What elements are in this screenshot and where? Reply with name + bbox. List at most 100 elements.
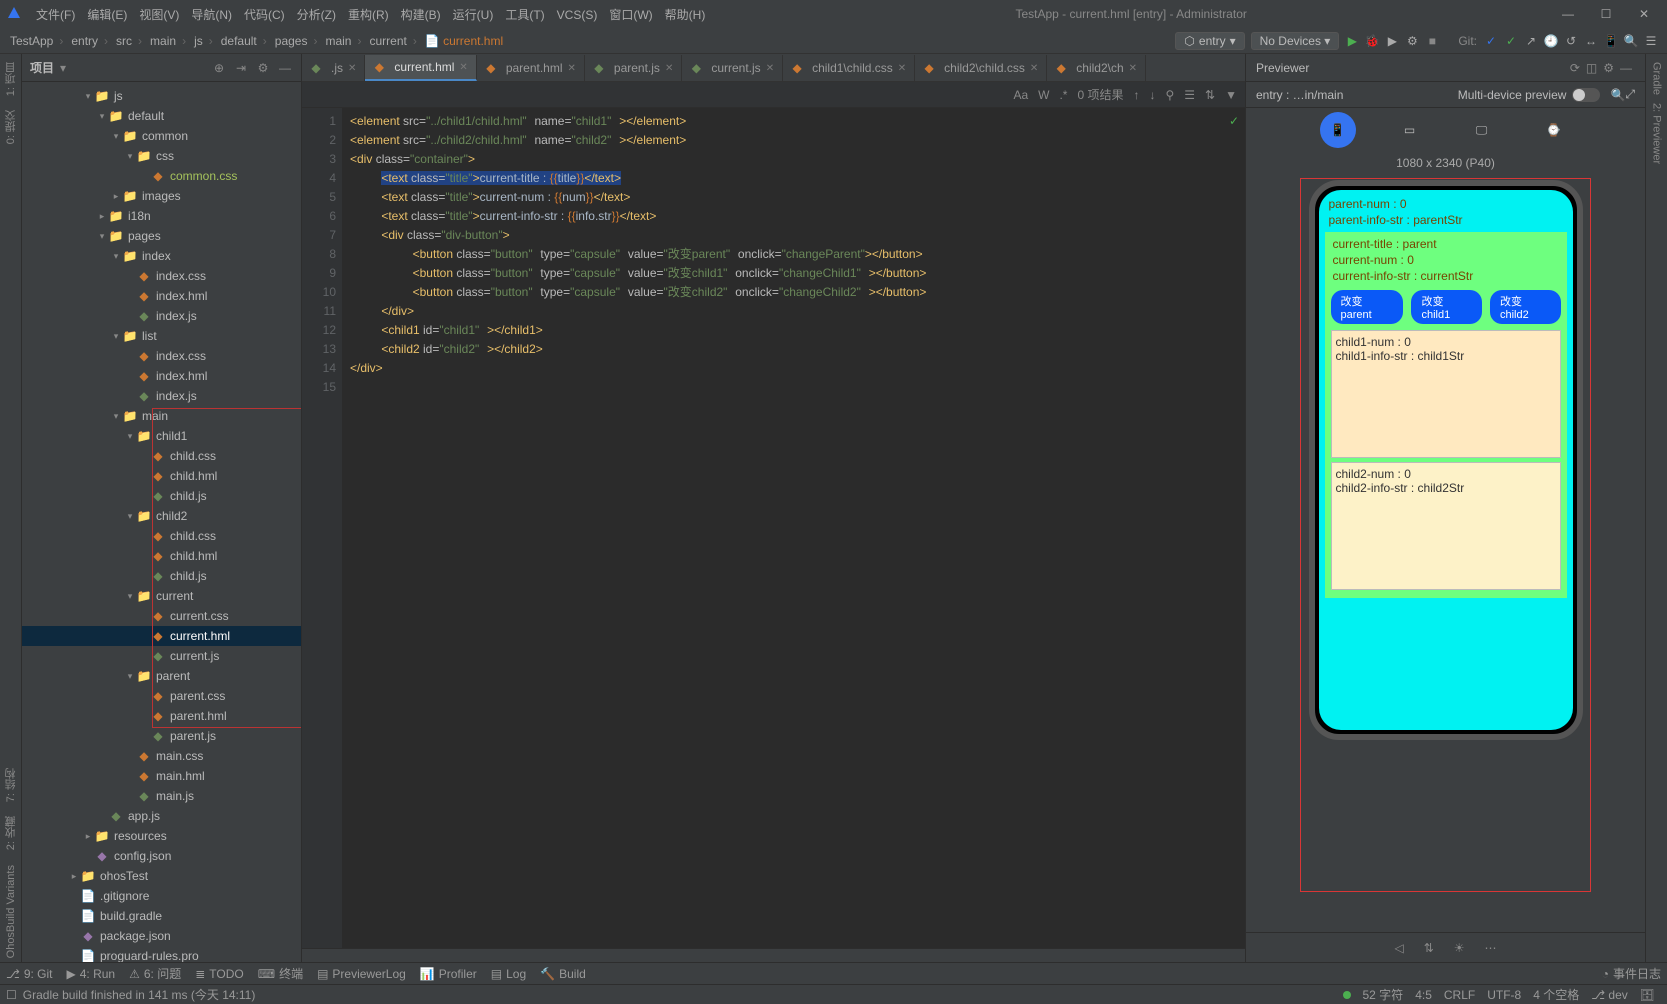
rail-ohos[interactable]: OhosBuild Variants: [5, 861, 17, 962]
breadcrumb[interactable]: js: [190, 34, 217, 48]
breadcrumb[interactable]: src: [112, 34, 146, 48]
menu-视图(V)[interactable]: 视图(V): [133, 6, 185, 24]
mem-icon[interactable]: 🗄: [1640, 988, 1655, 1002]
git-branch[interactable]: ⎇ dev: [1591, 988, 1628, 1002]
tree-file[interactable]: ◆parent.hml: [22, 706, 301, 726]
breadcrumb[interactable]: entry: [67, 34, 112, 48]
tree-file[interactable]: ◆index.css: [22, 266, 301, 286]
menu-运行(U)[interactable]: 运行(U): [447, 6, 500, 24]
fullscreen-icon[interactable]: ⤢: [1625, 87, 1635, 102]
tree-file[interactable]: ◆child.js: [22, 566, 301, 586]
bottom-terminal[interactable]: ⌨ 终端: [258, 965, 303, 982]
gear-icon[interactable]: ⚙: [255, 61, 271, 75]
maximize-button[interactable]: ☐: [1589, 4, 1623, 24]
locate-icon[interactable]: ⊕: [211, 61, 227, 75]
back-icon[interactable]: ◁: [1394, 941, 1403, 955]
stop-icon[interactable]: ■: [1424, 33, 1440, 49]
editor-scrollbar-h[interactable]: [302, 948, 1245, 962]
event-log[interactable]: ◔ 事件日志: [1602, 965, 1661, 982]
bottom-profiler[interactable]: 📊 Profiler: [420, 967, 477, 981]
menu-文件(F)[interactable]: 文件(F): [30, 6, 81, 24]
tree-file[interactable]: ◆current.js: [22, 646, 301, 666]
menu-帮助(H)[interactable]: 帮助(H): [659, 6, 712, 24]
tree-file[interactable]: ◆main.hml: [22, 766, 301, 786]
change-parent-button[interactable]: 改变parent: [1331, 290, 1404, 324]
tree-folder[interactable]: ▾📁main: [22, 406, 301, 426]
breadcrumb[interactable]: TestApp: [6, 34, 67, 48]
tree-file[interactable]: ◆config.json: [22, 846, 301, 866]
gear-icon[interactable]: ⚙: [1603, 61, 1614, 75]
tree-file[interactable]: ◆child.css: [22, 526, 301, 546]
tree-file[interactable]: ◆common.css: [22, 166, 301, 186]
tree-folder[interactable]: ▸📁i18n: [22, 206, 301, 226]
minimize-button[interactable]: —: [1551, 4, 1585, 24]
inspector-icon[interactable]: ◫: [1586, 61, 1597, 75]
coverage-icon[interactable]: ▶: [1384, 33, 1400, 49]
close-button[interactable]: ✕: [1627, 4, 1661, 24]
tree-folder[interactable]: ▸📁images: [22, 186, 301, 206]
tree-file[interactable]: ◆index.js: [22, 386, 301, 406]
tree-file[interactable]: ◆main.js: [22, 786, 301, 806]
tree-file[interactable]: ◆child.hml: [22, 466, 301, 486]
menu-工具(T)[interactable]: 工具(T): [499, 6, 550, 24]
rail-structure[interactable]: 7: 结构: [3, 764, 19, 806]
rail-project[interactable]: 1: 项目: [3, 58, 19, 100]
tree-file[interactable]: ◆package.json: [22, 926, 301, 946]
rail-gradle[interactable]: Gradle: [1651, 58, 1663, 99]
find-case-icon[interactable]: Aa: [1013, 88, 1028, 102]
close-tab-icon[interactable]: ✕: [348, 63, 356, 74]
find-word-icon[interactable]: W: [1038, 88, 1049, 102]
project-tree[interactable]: ▾📁js▾📁default▾📁common▾📁css◆common.css▸📁i…: [22, 82, 301, 962]
change-child2-button[interactable]: 改变child2: [1490, 290, 1561, 324]
device-dropdown[interactable]: No Devices ▾: [1251, 32, 1340, 50]
device-tv-button[interactable]: 🖵: [1464, 112, 1500, 148]
run-icon[interactable]: ▶: [1344, 33, 1360, 49]
hide-icon[interactable]: —: [1620, 61, 1632, 75]
editor-tab[interactable]: ◆child2\ch✕: [1047, 55, 1146, 81]
git-history-icon[interactable]: 🕘: [1543, 33, 1559, 49]
git-push-icon[interactable]: ↗: [1523, 33, 1539, 49]
close-tab-icon[interactable]: ✕: [568, 63, 576, 74]
tree-file[interactable]: 📄.gitignore: [22, 886, 301, 906]
git-commit-icon[interactable]: ✓: [1503, 33, 1519, 49]
editor-tab[interactable]: ◆parent.hml✕: [477, 55, 585, 81]
tree-file[interactable]: ◆current.css: [22, 606, 301, 626]
rotate-icon[interactable]: ⇅: [1424, 941, 1434, 955]
bottom-git[interactable]: ⎇ 9: Git: [6, 967, 53, 981]
editor-tab[interactable]: ◆.js✕: [302, 55, 365, 81]
git-update-icon[interactable]: ✓: [1483, 33, 1499, 49]
tree-file[interactable]: ◆child.js: [22, 486, 301, 506]
encoding[interactable]: UTF-8: [1487, 988, 1521, 1002]
menu-VCS(S)[interactable]: VCS(S): [551, 6, 604, 24]
tree-file[interactable]: ◆parent.js: [22, 726, 301, 746]
rail-commit[interactable]: 0: 提交: [3, 106, 19, 148]
find-regex-icon[interactable]: .*: [1059, 88, 1067, 102]
close-tab-icon[interactable]: ✕: [1129, 63, 1137, 74]
tree-file[interactable]: ◆current.hml: [22, 626, 301, 646]
breadcrumb[interactable]: default: [217, 34, 271, 48]
editor-tab[interactable]: ◆current.js✕: [682, 55, 783, 81]
device-watch-button[interactable]: ⌚: [1536, 112, 1572, 148]
menu-编辑(E)[interactable]: 编辑(E): [81, 6, 133, 24]
prev-result-icon[interactable]: ↑: [1133, 88, 1139, 102]
menu-重构(R)[interactable]: 重构(R): [342, 6, 395, 24]
tree-folder[interactable]: ▾📁child2: [22, 506, 301, 526]
zoom-icon[interactable]: 🔍: [1610, 88, 1625, 102]
breadcrumb[interactable]: pages: [271, 34, 322, 48]
bottom-todo[interactable]: ≣ TODO: [195, 967, 244, 981]
rail-favorite[interactable]: 2: 收藏: [3, 812, 19, 854]
theme-icon[interactable]: ☀: [1454, 941, 1465, 955]
search-icon[interactable]: 🔍: [1623, 33, 1639, 49]
more-filter-icon[interactable]: ☰: [1184, 88, 1195, 102]
device-phone-button[interactable]: 📱: [1320, 112, 1356, 148]
tree-file[interactable]: ◆parent.css: [22, 686, 301, 706]
profile-icon[interactable]: ⚙: [1404, 33, 1420, 49]
tree-file[interactable]: ◆child.css: [22, 446, 301, 466]
device-tablet-button[interactable]: ▭: [1392, 112, 1428, 148]
tree-folder[interactable]: ▸📁ohosTest: [22, 866, 301, 886]
editor-tab[interactable]: ◆child2\child.css✕: [915, 55, 1047, 81]
refresh-icon[interactable]: ⟳: [1570, 61, 1580, 75]
run-config-dropdown[interactable]: ⬡ entry ▾: [1175, 32, 1244, 50]
tree-file[interactable]: 📄build.gradle: [22, 906, 301, 926]
cursor-pos[interactable]: 4:5: [1415, 988, 1432, 1002]
